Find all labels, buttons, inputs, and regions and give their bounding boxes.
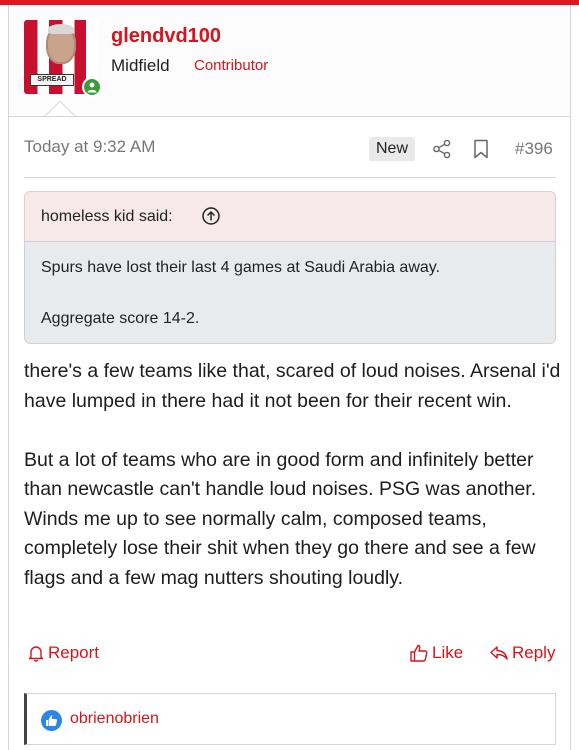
post-number-link[interactable]: #396 <box>515 139 553 159</box>
post-paragraph: But a lot of teams who are in good form … <box>24 448 537 589</box>
bell-icon <box>28 646 44 662</box>
username-link[interactable]: glendvd100 <box>111 25 221 48</box>
jump-to-quote-icon[interactable] <box>201 206 221 226</box>
divider <box>24 177 556 178</box>
divider <box>9 116 570 117</box>
new-badge: New <box>369 137 416 161</box>
thumbs-up-icon <box>410 644 428 662</box>
user-block: SPREAD glendvd100 Midfield Contributor <box>9 5 570 132</box>
reply-button[interactable]: Reply <box>489 643 555 663</box>
avatar-sponsor-text: SPREAD <box>30 74 74 86</box>
post-timestamp[interactable]: Today at 9:32 AM <box>24 137 155 157</box>
online-status-icon <box>82 77 102 97</box>
quote-text: Spurs have lost their last 4 games at Sa… <box>41 259 441 276</box>
post-body: there's a few teams like that, scared of… <box>24 357 564 623</box>
user-title: Midfield <box>111 56 170 75</box>
quote-author: homeless kid said: <box>41 208 173 225</box>
post-card: SPREAD glendvd100 Midfield Contributor T… <box>8 5 571 750</box>
user-badge: Contributor <box>194 57 269 74</box>
bookmark-icon[interactable] <box>473 139 489 159</box>
report-label: Report <box>48 643 100 662</box>
quote-text: Aggregate score 14-2. <box>41 310 200 327</box>
reactions-bar[interactable]: obrienobrien <box>24 693 556 745</box>
reaction-user-link[interactable]: obrienobrien <box>70 710 159 728</box>
post-paragraph: there's a few teams like that, scared of… <box>24 360 561 412</box>
like-button[interactable]: Like <box>409 643 463 663</box>
thumbs-up-icon <box>41 710 62 731</box>
report-button[interactable]: Report <box>27 643 99 663</box>
post-actions: Report Like Reply <box>9 643 570 683</box>
reply-label: Reply <box>512 643 556 662</box>
quote-block: homeless kid said: Spurs have lost their… <box>24 191 556 344</box>
like-label: Like <box>432 643 464 662</box>
avatar-hair <box>48 24 74 34</box>
reply-arrow-icon <box>490 646 508 660</box>
share-icon[interactable] <box>432 139 452 159</box>
quote-header: homeless kid said: <box>25 192 555 242</box>
